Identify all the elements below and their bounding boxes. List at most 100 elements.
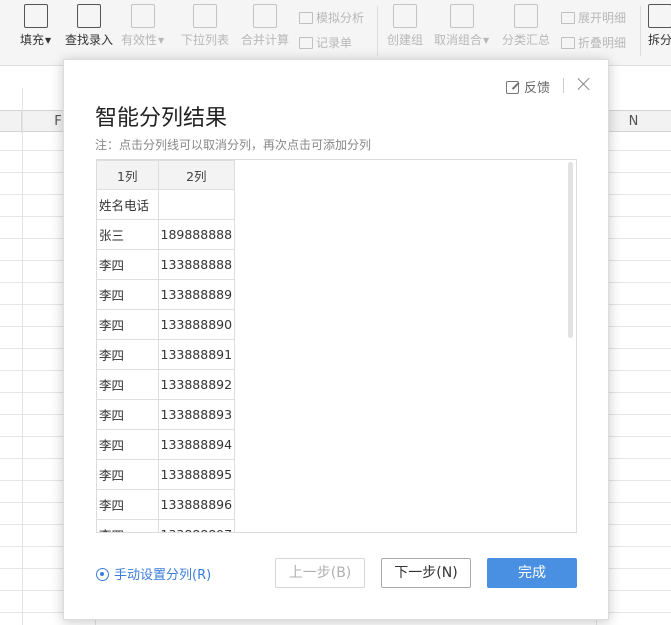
- dropdown-list-icon: [193, 4, 217, 28]
- collapse-detail-button[interactable]: 折叠明细: [561, 34, 626, 51]
- cell-phone: 133888896: [157, 489, 236, 520]
- fill-label: 填充: [20, 33, 45, 47]
- simulate-analysis-label: 模拟分析: [316, 11, 365, 25]
- cell-name: 李四: [97, 339, 159, 370]
- table-header-row: 1列 2列: [97, 160, 236, 190]
- manual-split-label: 手动设置分列(R): [114, 568, 212, 583]
- table-row: 李四133888897: [97, 519, 236, 532]
- header-divider: [563, 78, 564, 93]
- cell-phone: 133888893: [157, 399, 236, 430]
- ungroup-icon: [449, 4, 474, 28]
- edit-icon: [505, 81, 519, 94]
- table-row: 李四 133888896: [97, 489, 236, 520]
- fill-icon: [23, 4, 48, 28]
- expand-detail-button[interactable]: 展开明细: [561, 9, 626, 26]
- cell-name: 姓名电话: [97, 189, 159, 220]
- chevron-down-icon: ▼: [45, 36, 52, 45]
- create-group-button[interactable]: 创建组: [387, 4, 423, 48]
- grid-line: [22, 88, 23, 625]
- create-group-icon: [393, 4, 417, 28]
- finish-button[interactable]: 完成: [487, 558, 577, 588]
- split-icon: [648, 4, 671, 28]
- expand-detail-icon: [561, 12, 575, 24]
- merge-calc-icon: [253, 4, 277, 28]
- validity-label: 有效性: [121, 33, 158, 47]
- split-preview-panel[interactable]: 1列 2列 姓名电话 张三 189888888 李四 133888888 李四 133888…: [96, 159, 577, 533]
- cell-name: 李四: [97, 249, 159, 280]
- dialog-title: 智能分列结果: [95, 106, 228, 131]
- collapse-detail-icon: [561, 37, 575, 49]
- cell-name: 李四: [97, 279, 159, 310]
- record-form-button[interactable]: 记录单: [299, 34, 352, 51]
- find-entry-label: 查找录入: [65, 33, 114, 47]
- table-row: 张三 189888888: [97, 219, 236, 250]
- record-form-icon: [299, 37, 313, 49]
- record-form-label: 记录单: [316, 36, 353, 50]
- chevron-down-icon: ▼: [158, 36, 165, 45]
- fill-button[interactable]: 填充▼: [20, 4, 51, 48]
- validity-button[interactable]: 有效性▼: [121, 4, 164, 48]
- table-row: 李四 133888888: [97, 249, 236, 280]
- cell-name: 李四: [97, 429, 159, 460]
- create-group-label: 创建组: [387, 33, 424, 47]
- cell-phone: 133888897: [157, 519, 236, 532]
- cell-name: 李四: [97, 459, 159, 490]
- prev-step-button[interactable]: 上一步(B): [275, 558, 365, 588]
- table-row: 李四 133888892: [97, 369, 236, 400]
- ungroup-label: 取消组合: [434, 33, 483, 47]
- simulate-analysis-button[interactable]: 模拟分析: [299, 9, 364, 26]
- collapse-detail-label: 折叠明细: [578, 36, 627, 50]
- dropdown-list-button[interactable]: 下拉列表: [181, 4, 229, 48]
- cell-phone: [157, 189, 236, 220]
- cell-phone: 133888892: [157, 369, 236, 400]
- cell-phone: 133888891: [157, 339, 236, 370]
- ribbon-toolbar: 填充▼ 查找录入 有效性▼ 下拉列表 合并计算 模拟分析 记录单 创建组 取消组…: [0, 0, 671, 66]
- vertical-scrollbar[interactable]: [568, 162, 573, 338]
- next-step-button[interactable]: 下一步(N): [381, 558, 471, 588]
- table-row: 李四 133888891: [97, 339, 236, 370]
- subtotal-button[interactable]: 分类汇总: [502, 4, 550, 48]
- column-header: [0, 111, 22, 133]
- find-entry-button[interactable]: 查找录入: [65, 4, 113, 48]
- subtotal-label: 分类汇总: [502, 33, 551, 47]
- column-header-1[interactable]: 1列: [97, 160, 159, 190]
- find-entry-icon: [77, 4, 101, 28]
- table-row: 李四 133888889: [97, 279, 236, 310]
- simulate-analysis-icon: [299, 12, 313, 24]
- expand-detail-label: 展开明细: [578, 11, 627, 25]
- chevron-down-icon: ▼: [483, 36, 490, 45]
- gear-icon: [96, 568, 109, 581]
- dialog-note: 注：点击分列线可以取消分列，再次点击可添加分列: [95, 138, 372, 152]
- cell-phone: 133888894: [157, 429, 236, 460]
- table-row: 李四 133888893: [97, 399, 236, 430]
- table-row: 李四 133888895: [97, 459, 236, 490]
- cell-name: 李四: [97, 399, 159, 430]
- cell-name: 张三: [97, 219, 159, 250]
- manual-split-link[interactable]: 手动设置分列(R): [96, 564, 211, 583]
- table-row: 姓名电话: [97, 189, 236, 220]
- cell-name: 李四: [97, 369, 159, 400]
- merge-calc-label: 合并计算: [241, 33, 290, 47]
- close-icon[interactable]: [574, 74, 594, 94]
- split-label: 拆分: [648, 33, 671, 47]
- cell-name: 李四: [97, 489, 159, 520]
- cell-phone: 133888890: [157, 309, 236, 340]
- split-result-table: 1列 2列 姓名电话 张三 189888888 李四 133888888 李四 133888…: [97, 160, 236, 532]
- validity-icon: [130, 4, 155, 28]
- ribbon-divider: [640, 6, 641, 56]
- cell-phone: 133888889: [157, 279, 236, 310]
- ungroup-button[interactable]: 取消组合▼: [434, 4, 489, 48]
- ribbon-divider: [377, 6, 378, 56]
- smart-split-dialog: 反馈 智能分列结果 注：点击分列线可以取消分列，再次点击可添加分列 1列 2列 …: [63, 59, 609, 620]
- table-row: 李四 133888890: [97, 309, 236, 340]
- dropdown-list-label: 下拉列表: [181, 33, 230, 47]
- merge-calc-button[interactable]: 合并计算: [241, 4, 289, 48]
- column-header-2[interactable]: 2列: [157, 160, 236, 190]
- cell-name: 李四: [97, 519, 159, 532]
- feedback-label: 反馈: [523, 81, 550, 96]
- split-button[interactable]: 拆分: [648, 4, 671, 48]
- cell-phone: 133888888: [157, 249, 236, 280]
- table-row: 李四 133888894: [97, 429, 236, 460]
- feedback-button[interactable]: 反馈: [505, 77, 550, 96]
- cell-name: 李四: [97, 309, 159, 340]
